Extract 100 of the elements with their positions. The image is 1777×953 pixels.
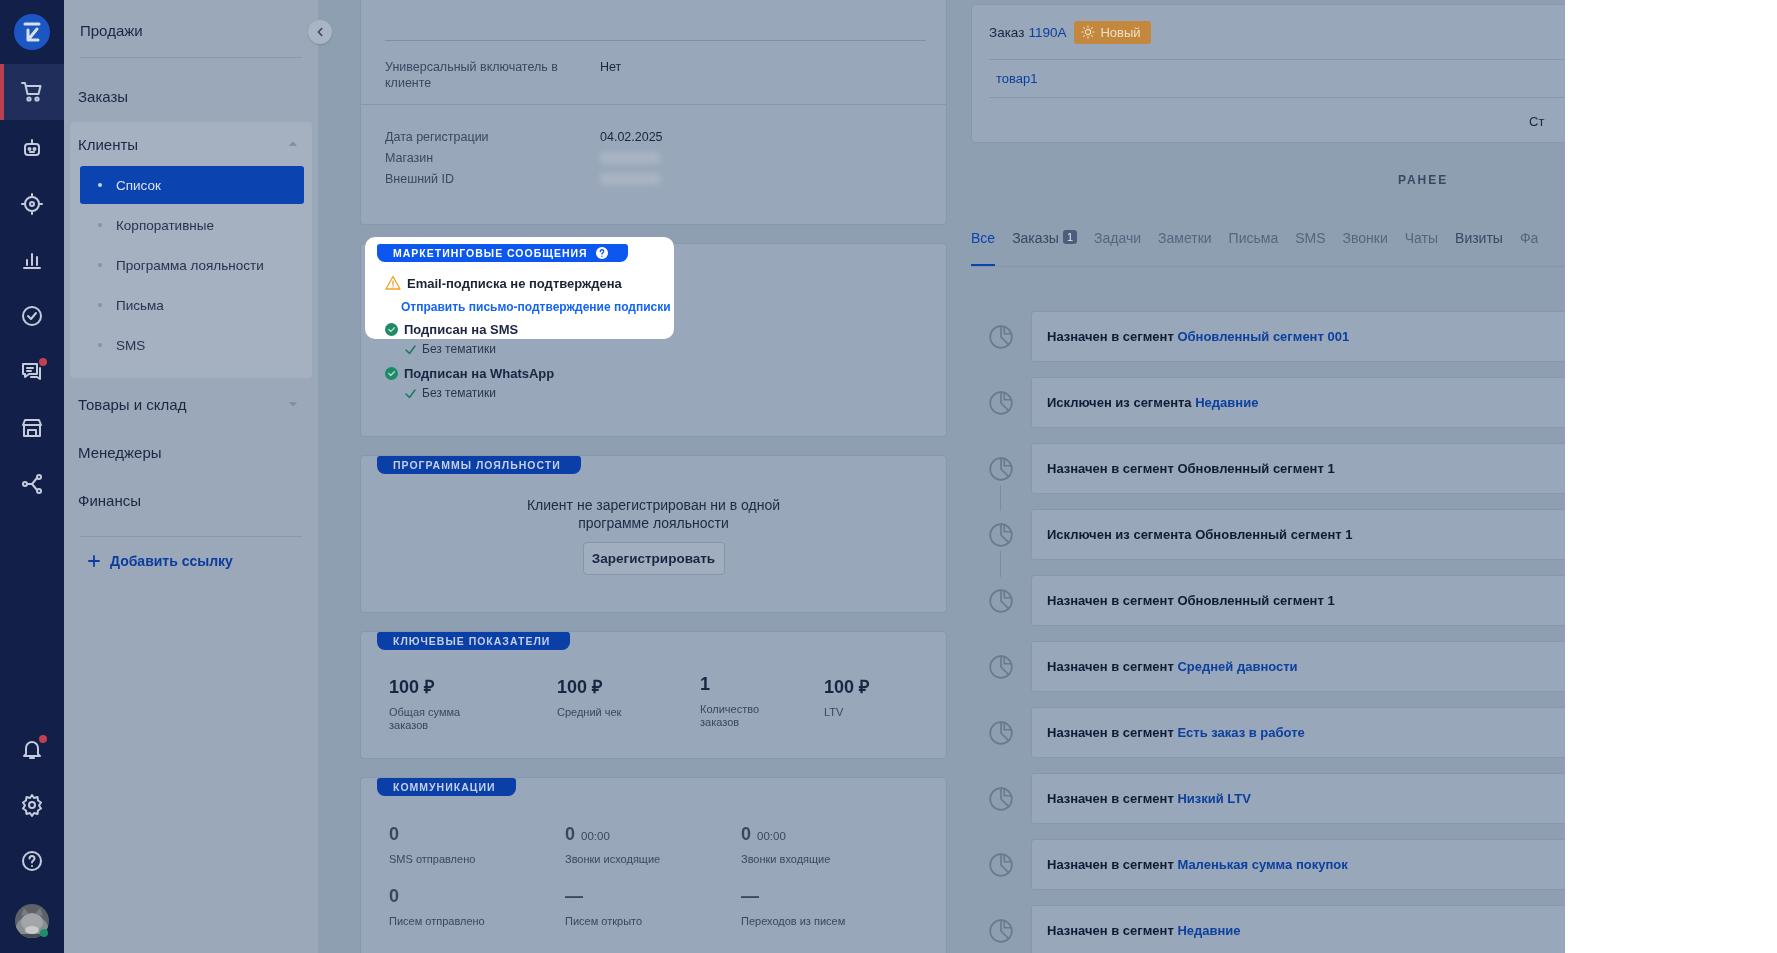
pie-chart-icon [988, 588, 1014, 614]
metric-label: Писем отправлено [389, 915, 486, 928]
field-label: Магазин [385, 150, 434, 166]
cart-icon [20, 80, 44, 104]
check-circle-icon [20, 304, 44, 328]
metric-label: SMS отправлено [389, 853, 477, 866]
metric-label: Количество заказов [700, 703, 761, 729]
share-button[interactable] [20, 472, 44, 496]
segment-link[interactable]: Есть заказ в работе [1177, 725, 1305, 740]
settings-button[interactable] [20, 793, 44, 817]
store-button[interactable] [20, 416, 44, 440]
metric-label: Звонки исходящие [565, 853, 662, 866]
metric-value: 0 [389, 824, 399, 845]
subscription-status: Подписан на WhatsApp [385, 362, 555, 384]
event-text: Назначен в сегмент Есть заказ в работе [1047, 725, 1305, 740]
field-value: Нет [600, 59, 622, 76]
settings-icon [20, 793, 44, 817]
nav-subitem[interactable]: Программа лояльности [80, 246, 304, 284]
help-icon[interactable] [595, 247, 608, 259]
nav-item[interactable]: Менеджеры [70, 430, 312, 474]
segment-link[interactable]: Низкий LTV [1177, 791, 1251, 806]
register-button[interactable]: Зарегистрировать [582, 542, 725, 575]
logo-icon[interactable] [14, 14, 50, 50]
section-header: ПРОГРАММЫ ЛОЯЛЬНОСТИ [377, 456, 581, 474]
collapse-button[interactable] [308, 20, 332, 44]
field-label: Дата регистрации [385, 129, 489, 145]
cart-button[interactable] [20, 80, 44, 104]
help-button[interactable] [20, 849, 44, 873]
event-text: Исключен из сегмента Недавние [1047, 395, 1259, 410]
segment-link[interactable]: Маленькая сумма покупок [1177, 857, 1348, 872]
pie-chart-icon [988, 918, 1014, 944]
metric-value: — [565, 886, 583, 907]
bell-button[interactable] [20, 737, 44, 761]
checkmark-icon [405, 343, 416, 355]
nav-subitem[interactable]: SMS [80, 326, 304, 364]
status-badge: Новый [1074, 20, 1151, 44]
metric-label: Общая сумма заказов [389, 706, 462, 732]
field-label: Внешний ID [385, 171, 455, 187]
duration-value: 00:00 [581, 830, 610, 842]
check-circle-button[interactable] [20, 304, 44, 328]
pie-chart-icon [988, 390, 1014, 416]
section-heading: РАНЕЕ [1398, 173, 1449, 187]
confirmation-link[interactable]: Отправить письмо-подтверждение подписки [401, 300, 671, 314]
event-text: Назначен в сегмент Средней давности [1047, 659, 1298, 674]
event-text: Назначен в сегмент Недавние [1047, 923, 1241, 938]
filter-tab[interactable]: Заказы 1 [1012, 230, 1078, 266]
section-header: МАРКЕТИНГОВЫЕ СООБЩЕНИЯ [377, 244, 628, 262]
help-icon [20, 849, 44, 873]
event-text: Назначен в сегмент Низкий LTV [1047, 791, 1251, 806]
target-button[interactable] [20, 192, 44, 216]
segment-link[interactable]: Обновленный сегмент 001 [1177, 329, 1350, 344]
nav-item[interactable]: Финансы [70, 478, 312, 522]
pie-chart-icon [988, 522, 1014, 548]
order-text: Ст [1529, 113, 1545, 129]
plus-icon [88, 555, 100, 567]
event-text: Назначен в сегмент Обновленный сегмент 1 [1047, 593, 1335, 608]
event-text: Назначен в сегмент Обновленный сегмент 1 [1047, 461, 1335, 476]
target-icon [20, 192, 44, 216]
filter-tab[interactable]: Все [971, 230, 996, 266]
subscription-status: Подписан на SMS [385, 318, 519, 340]
store-icon [20, 416, 44, 440]
section-title: Продажи [79, 21, 143, 41]
share-icon [20, 472, 44, 496]
product-link[interactable]: товар1 [996, 71, 1038, 86]
metric-value: 100 ₽ [557, 676, 603, 698]
section-header: КОММУНИКАЦИИ [377, 778, 516, 796]
nav-item[interactable]: Заказы [70, 74, 312, 118]
nav-subitem[interactable]: Список [80, 166, 304, 204]
metric-value: 0 [741, 824, 751, 845]
nav-subitem[interactable]: Корпоративные [80, 206, 304, 244]
metric-value: 1 [700, 674, 710, 695]
event-text: Назначен в сегмент Обновленный сегмент 001 [1047, 329, 1350, 344]
metric-value: 0 [389, 886, 399, 907]
field-label: Универсальный включатель в клиенте [385, 59, 559, 91]
segment-link[interactable]: Недавние [1195, 395, 1259, 410]
metric-label: Звонки входящие [741, 853, 832, 866]
pie-chart-icon [988, 324, 1014, 350]
topic-item: Без тематики [405, 340, 496, 358]
duration-value: 00:00 [757, 830, 786, 842]
add-link-button[interactable]: Добавить ссылку [88, 553, 233, 569]
nav-subitem[interactable]: Письма [80, 286, 304, 324]
metric-value: 100 ₽ [824, 676, 870, 698]
pie-chart-icon [988, 852, 1014, 878]
warning-icon [385, 275, 401, 291]
pie-chart-icon [988, 786, 1014, 812]
order-title: Заказ [989, 24, 1025, 40]
chevron-left-icon [315, 27, 325, 37]
segment-link[interactable]: Средней давности [1177, 659, 1298, 674]
subscription-status: Email-подписка не подтверждена [385, 272, 622, 294]
pie-chart-icon [988, 456, 1014, 482]
order-number-link[interactable]: 1190А [1028, 24, 1067, 40]
check-circle-icon [385, 366, 398, 380]
sun-icon [1081, 25, 1096, 39]
pie-chart-icon [988, 654, 1014, 680]
filter-tab[interactable]: Визиты [1455, 230, 1503, 266]
nav-item[interactable]: Клиенты [70, 122, 312, 166]
segment-link[interactable]: Недавние [1177, 923, 1241, 938]
event-text: Назначен в сегмент Маленькая сумма покупок [1047, 857, 1348, 872]
nav-item[interactable]: Товары и склад [70, 382, 312, 426]
metric-label: Писем открыто [565, 915, 644, 928]
